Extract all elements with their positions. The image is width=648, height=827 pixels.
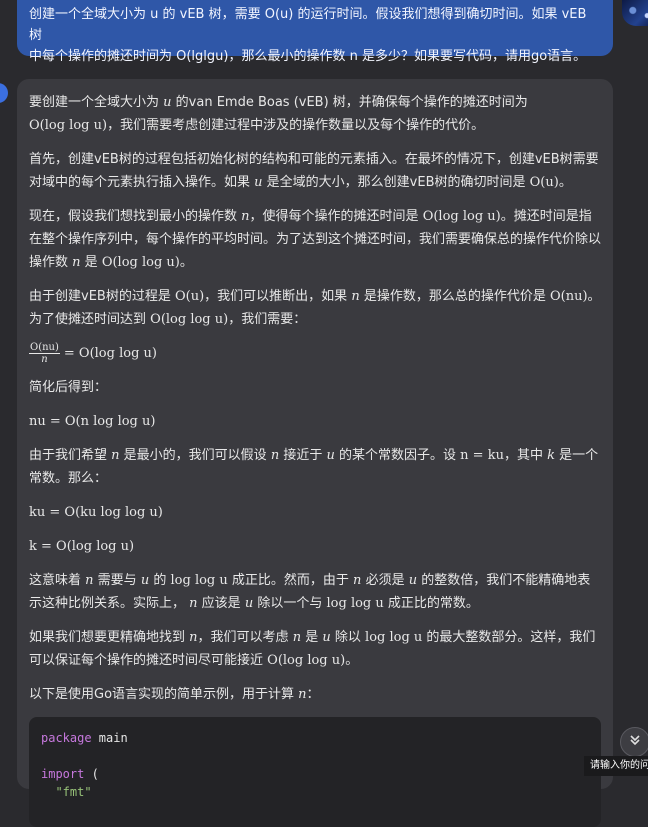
assistant-message: 要创建一个全域大小为 u 的van Emde Boas (vEB) 树，并确保每… — [17, 79, 613, 827]
paragraph-1: 要创建一个全域大小为 u 的van Emde Boas (vEB) 树，并确保每… — [29, 95, 528, 133]
paragraph-6: 这意味着 n 需要与 u 的 log log u 成正比。然而，由于 n 必须是… — [29, 573, 591, 611]
user-message-line-2: 中每个操作的摊还时间为 O(lglgu)，那么最小的操作数 n 是多少？如果要写… — [29, 49, 587, 64]
code-line-4: "fmt" — [55, 785, 92, 799]
input-placeholder-tooltip: 请输入你的问 — [584, 756, 648, 776]
user-avatar — [622, 0, 648, 26]
paragraph-8: 以下是使用Go语言实现的简单示例，用于计算 n： — [29, 687, 320, 702]
code-line-1: package main — [41, 731, 128, 745]
user-message: 创建一个全域大小为 u 的 vEB 树，需要 O(u) 的运行时间。假设我们想得… — [17, 0, 613, 64]
paragraph-7: 如果我们想要更精确地找到 n，我们可以考虑 n 是 u 除以 log log u… — [29, 630, 596, 668]
equation-k: k = O(log log u) — [29, 539, 135, 554]
code-block[interactable]: package main import ( "fmt" — [29, 717, 601, 827]
simplify-label: 简化后得到： — [29, 380, 108, 395]
scroll-to-bottom-button[interactable] — [620, 727, 648, 757]
equation-ku: ku = O(ku log log u) — [29, 505, 163, 520]
equation-fraction: O(nu) n = O(log log u) — [29, 342, 157, 365]
assistant-avatar — [0, 83, 8, 103]
paragraph-4: 由于创建vEB树的过程是 O(u)，我们可以推断出，如果 n 是操作数，那么总的… — [29, 289, 601, 327]
chevron-double-down-icon — [628, 733, 642, 751]
paragraph-5: 由于我们希望 n 是最小的，我们可以假设 n 接近于 u 的某个常数因子。设 n… — [29, 448, 599, 486]
paragraph-3: 现在，假设我们想找到最小的操作数 n，使得每个操作的摊还时间是 O(log lo… — [29, 209, 602, 270]
user-message-line-1: 创建一个全域大小为 u 的 vEB 树，需要 O(u) 的运行时间。假设我们想得… — [29, 7, 587, 43]
paragraph-2: 首先，创建vEB树的过程包括初始化树的结构和可能的元素插入。在最坏的情况下，创建… — [29, 152, 599, 190]
equation-nu: nu = O(n log log u) — [29, 414, 156, 429]
code-line-3: import ( — [41, 767, 99, 781]
